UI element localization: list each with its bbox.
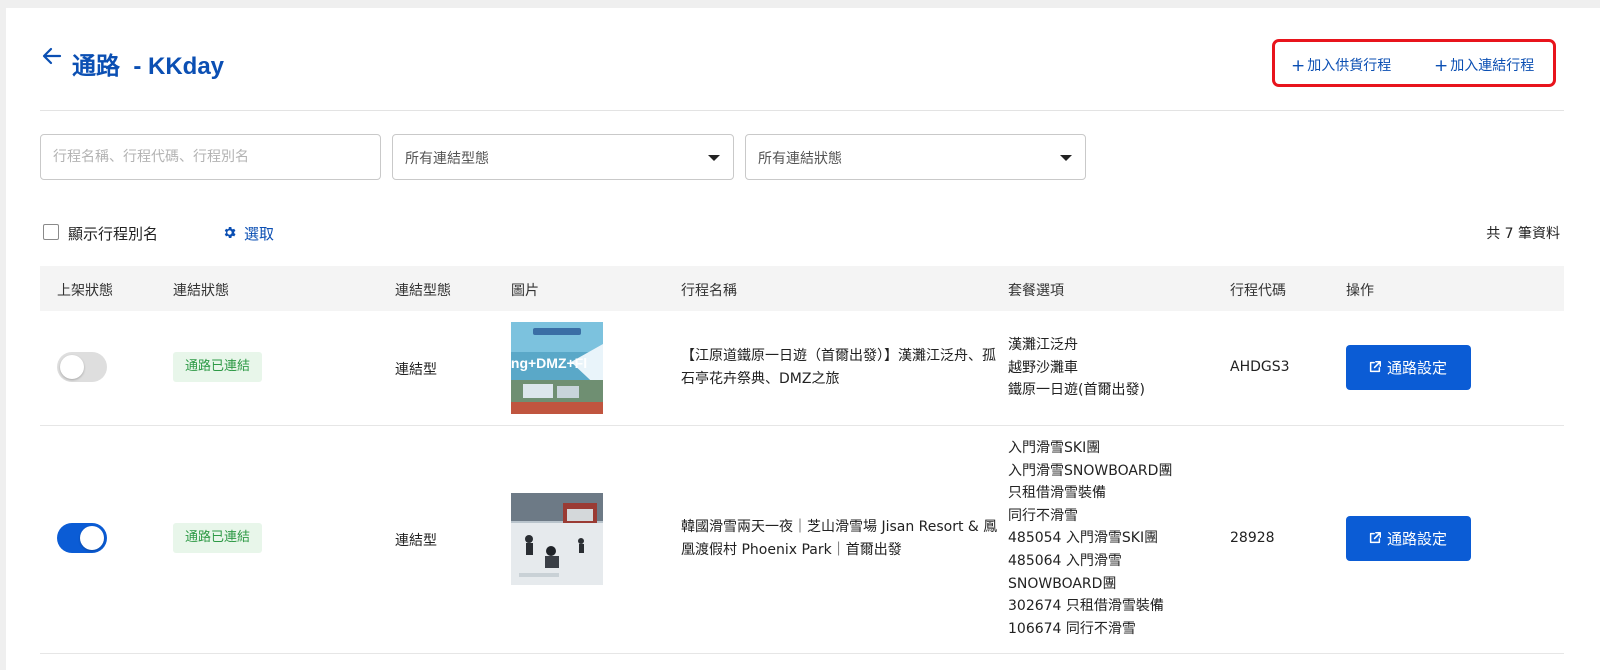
package-option: 越野沙灘車: [1008, 359, 1078, 376]
package-options: 漢灘江泛舟 越野沙灘車 鐵原一日遊(首爾出發): [1008, 334, 1208, 402]
channel-settings-button[interactable]: 通路設定: [1346, 516, 1471, 561]
package-option: 106674 同行不滑雪: [1008, 620, 1136, 637]
header-image: 圖片: [511, 283, 539, 299]
page-header: 通路 - KKday + 加入供貨行程 + 加入連結行程: [40, 39, 1564, 111]
package-option: 302674 只租借滑雪裝備: [1008, 598, 1164, 615]
add-supply-itinerary-link[interactable]: + 加入供貨行程: [1291, 55, 1391, 76]
header-itinerary-name: 行程名稱: [681, 283, 737, 299]
itinerary-thumbnail: [511, 493, 603, 585]
link-type-select-value: 所有連結型態: [405, 151, 489, 167]
caret-down-icon: [1060, 155, 1072, 161]
plus-icon: +: [1291, 56, 1306, 76]
thumbnail-overlay-text: ing+DMZ+Fl: [511, 355, 587, 371]
package-option: 485054 入門滑雪SKI團: [1008, 530, 1159, 547]
table-header: 上架狀態 連結狀態 連結型態 圖片 行程名稱 套餐選項 行程代碼 操作: [40, 266, 1564, 311]
search-input[interactable]: [41, 135, 380, 179]
gear-icon[interactable]: [222, 225, 237, 240]
page-title: 通路 - KKday: [72, 53, 225, 80]
package-option: 入門滑雪SKI團: [1008, 440, 1101, 456]
select-columns-link[interactable]: 選取: [244, 223, 274, 244]
package-option: 入門滑雪SNOWBOARD團: [1008, 462, 1173, 479]
toggle-knob: [80, 526, 104, 550]
plus-icon: +: [1434, 56, 1449, 76]
link-status-select[interactable]: 所有連結狀態: [745, 134, 1086, 180]
listing-toggle[interactable]: [57, 352, 107, 382]
header-package-options: 套餐選項: [1008, 283, 1064, 299]
status-badge: 通路已連結: [173, 523, 263, 553]
package-option: 同行不滑雪: [1008, 507, 1078, 524]
channel-settings-button[interactable]: 通路設定: [1346, 345, 1471, 390]
arrow-left-icon[interactable]: [40, 44, 64, 68]
caret-down-icon: [708, 155, 720, 161]
itinerary-code: AHDGS3: [1230, 359, 1290, 375]
add-link-itinerary-link[interactable]: + 加入連結行程: [1434, 55, 1534, 76]
package-option: 漢灘江泛舟: [1008, 337, 1078, 353]
header-actions: 操作: [1346, 283, 1374, 299]
listing-toggle[interactable]: [57, 523, 107, 553]
show-alias-checkbox[interactable]: [43, 224, 59, 240]
itinerary-code: 28928: [1230, 530, 1275, 546]
status-badge: 通路已連結: [173, 352, 263, 382]
header-link-status: 連結狀態: [173, 283, 229, 299]
link-type-text: 連結型: [395, 533, 437, 549]
header-link-type: 連結型態: [395, 283, 451, 299]
search-field: [40, 134, 381, 180]
itinerary-thumbnail: ing+DMZ+Fl: [511, 322, 603, 414]
link-status-select-value: 所有連結狀態: [758, 151, 842, 167]
package-option: 只租借滑雪裝備: [1008, 485, 1106, 502]
link-type-select[interactable]: 所有連結型態: [392, 134, 734, 180]
show-alias-label: 顯示行程別名: [68, 225, 159, 243]
header-listing-status: 上架狀態: [57, 283, 113, 299]
toggle-knob: [60, 355, 84, 379]
table-row: 通路已連結 連結型 ing+DMZ+Fl 【江原道鐵原一日遊（首爾出發）】漢灘江…: [40, 311, 1564, 426]
package-options: 入門滑雪SKI團 入門滑雪SNOWBOARD團 只租借滑雪裝備 同行不滑雪 48…: [1008, 437, 1208, 640]
external-link-icon: [1369, 361, 1381, 373]
package-option: 鐵原一日遊(首爾出發): [1008, 382, 1145, 399]
table-row: 通路已連結 連結型 韓國滑雪兩天一夜｜芝山滑雪場 Jisan Resort & …: [40, 425, 1564, 654]
highlight-box: + 加入供貨行程 + 加入連結行程: [1272, 39, 1556, 87]
package-option: 485064 入門滑雪SNOWBOARD團: [1008, 552, 1122, 592]
total-count: 共 7 筆資料: [1486, 226, 1560, 242]
external-link-icon: [1369, 532, 1381, 544]
itinerary-name: 【江原道鐵原一日遊（首爾出發）】漢灘江泛舟、孤石亭花卉祭典、DMZ之旅: [681, 348, 996, 387]
itinerary-name: 韓國滑雪兩天一夜｜芝山滑雪場 Jisan Resort & 鳳凰渡假村 Phoe…: [681, 519, 998, 558]
link-type-text: 連結型: [395, 362, 437, 378]
header-itinerary-code: 行程代碼: [1230, 283, 1286, 299]
